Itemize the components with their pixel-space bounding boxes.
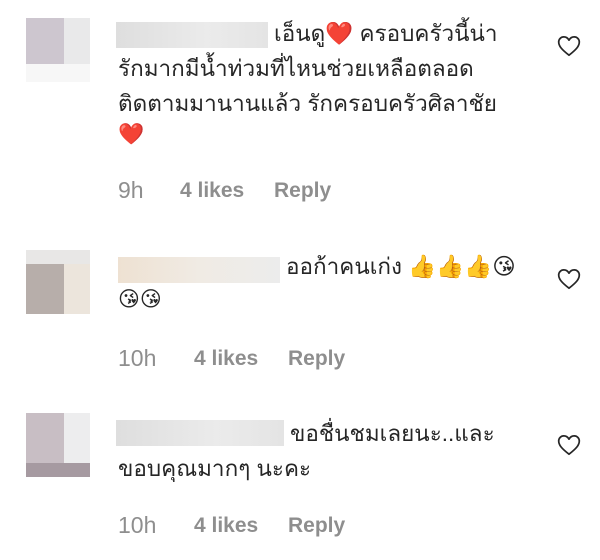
timestamp[interactable]: 9h	[118, 177, 144, 204]
heart-outline-icon[interactable]	[556, 432, 582, 458]
avatar[interactable]	[26, 18, 90, 82]
reply-button[interactable]: Reply	[288, 514, 345, 538]
likes-count[interactable]: 4 likes	[194, 514, 258, 538]
reply-button[interactable]: Reply	[274, 179, 331, 203]
comment-text: ออก้าคนเก่ง 👍👍👍😘	[286, 254, 516, 279]
comment-text-line: ติดตามมานานแล้ว รักครอบครัวศิลาชัย	[118, 91, 497, 116]
reply-button[interactable]: Reply	[288, 347, 345, 371]
comment-text: ขอชื่นชมเลยนะ..และ	[290, 421, 495, 446]
likes-count[interactable]: 4 likes	[180, 179, 244, 203]
timestamp[interactable]: 10h	[118, 345, 156, 372]
username[interactable]	[118, 257, 280, 283]
username[interactable]	[116, 420, 284, 446]
timestamp[interactable]: 10h	[118, 512, 156, 539]
comment-text-line: 😘😘	[118, 288, 162, 311]
comment-text-line: ❤️	[118, 123, 145, 146]
heart-outline-icon[interactable]	[556, 266, 582, 292]
username[interactable]	[116, 22, 268, 48]
avatar[interactable]	[26, 250, 90, 314]
likes-count[interactable]: 4 likes	[194, 347, 258, 371]
comment-text-line: รักมากมีน้ำท่วมที่ไหนช่วยเหลือตลอด	[118, 56, 474, 81]
avatar[interactable]	[26, 413, 90, 477]
heart-outline-icon[interactable]	[556, 33, 582, 59]
comment-text-line: ขอบคุณมากๆ นะคะ	[118, 456, 312, 481]
comment-text: เอ็นดู❤️ ครอบครัวนี้น่า	[274, 21, 498, 46]
